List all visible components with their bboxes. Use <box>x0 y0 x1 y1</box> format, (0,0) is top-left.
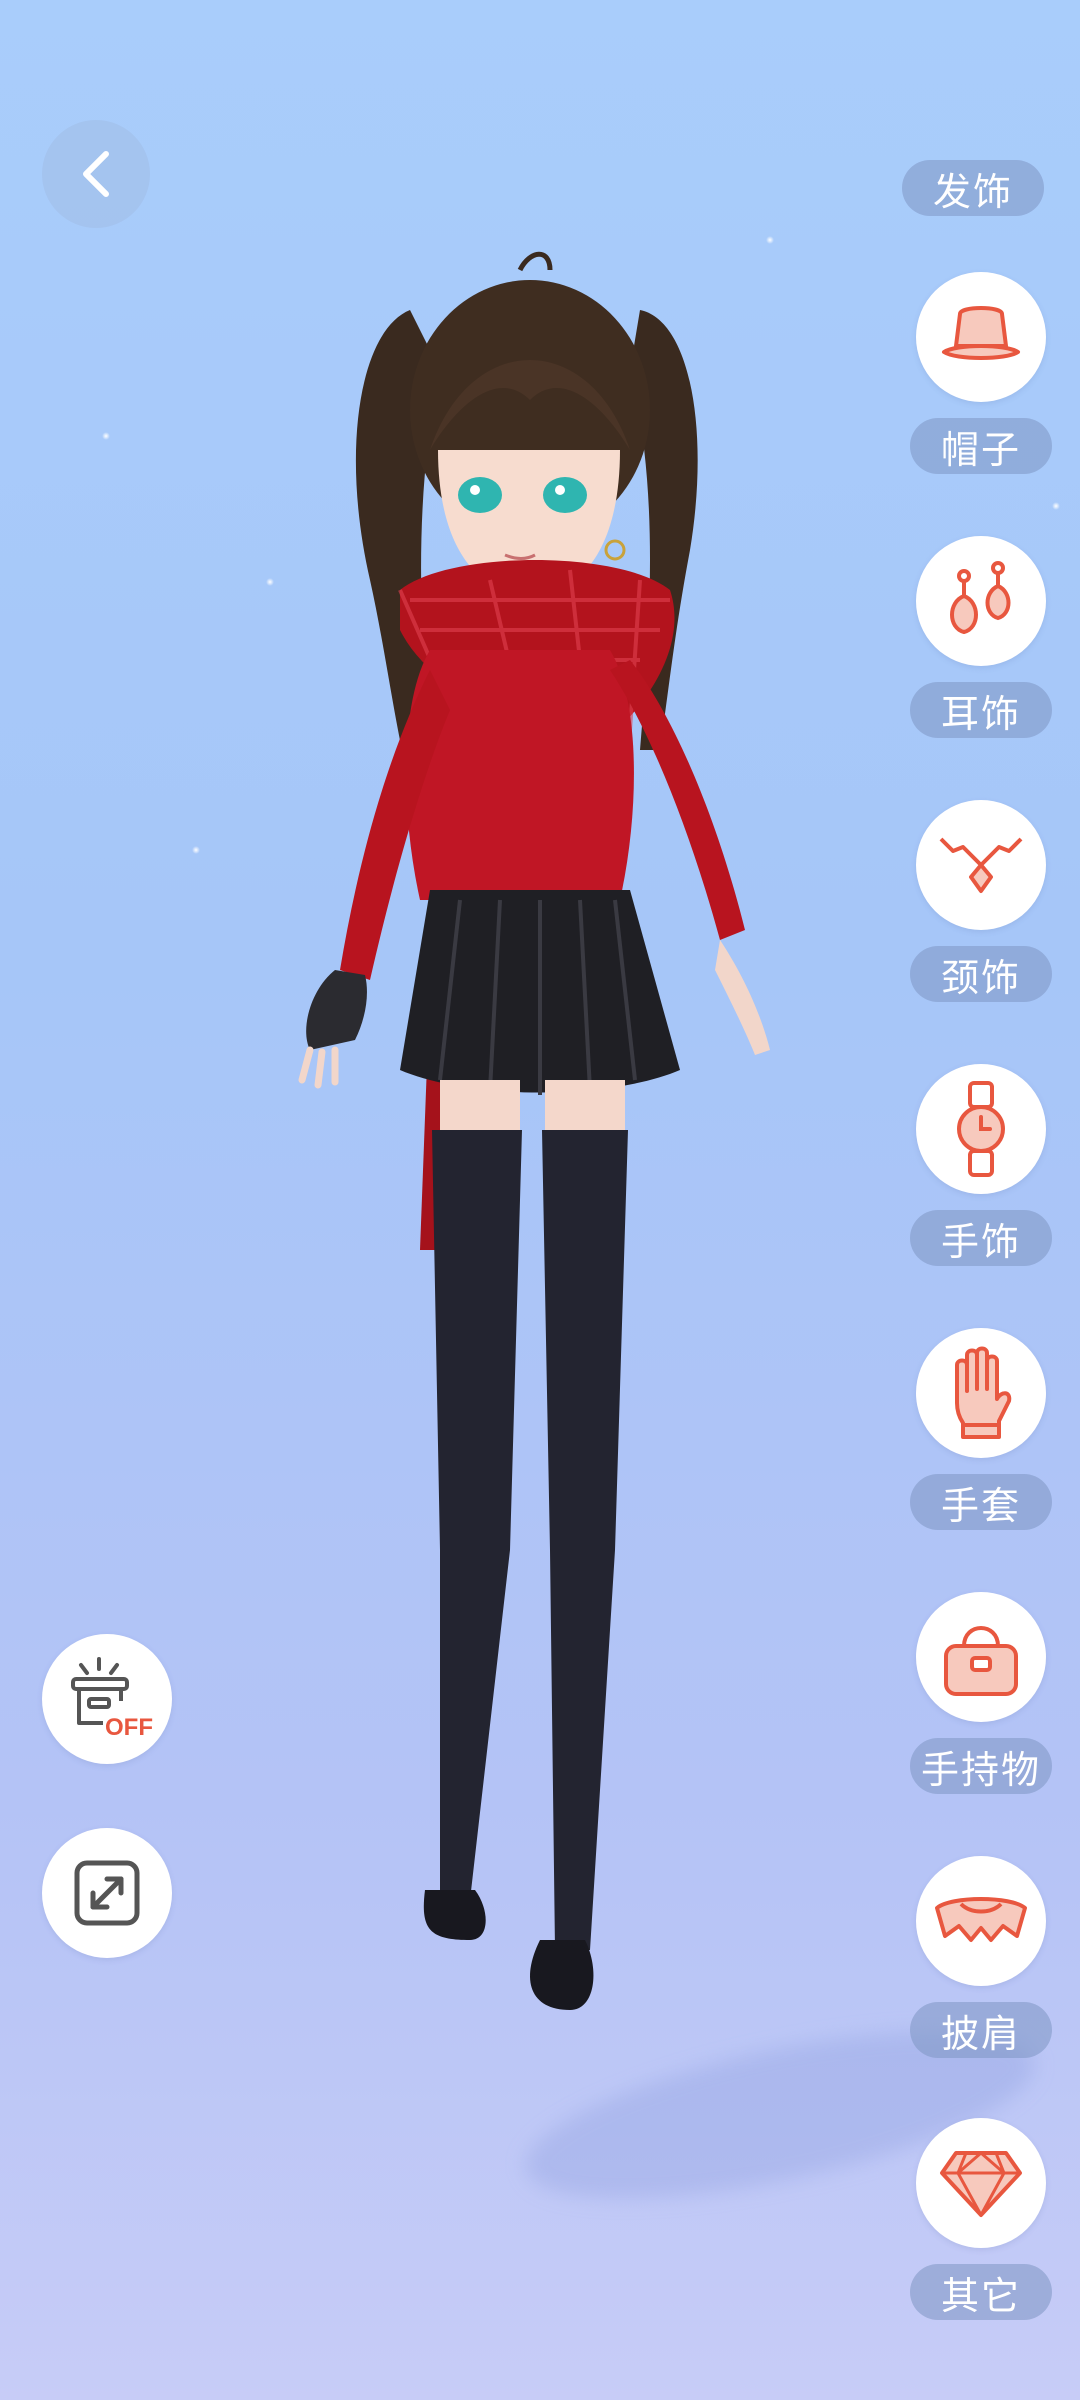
sparkle <box>1052 502 1060 510</box>
sparkle <box>102 432 110 440</box>
light-toggle-state: OFF <box>105 1714 153 1741</box>
category-label: 颈饰 <box>910 946 1052 1002</box>
expand-button[interactable] <box>42 1828 172 1958</box>
character-avatar[interactable] <box>170 250 930 2250</box>
earrings-button[interactable] <box>916 536 1046 666</box>
category-label: 手套 <box>910 1474 1052 1530</box>
category-label: 其它 <box>910 2264 1052 2320</box>
shawl-button[interactable] <box>916 1856 1046 1986</box>
hat-button[interactable] <box>916 272 1046 402</box>
diamond-icon <box>940 2151 1022 2217</box>
category-label: 披肩 <box>910 2002 1052 2058</box>
gloves-button[interactable] <box>916 1328 1046 1458</box>
necklace-button[interactable] <box>916 800 1046 930</box>
expand-icon <box>74 1860 140 1926</box>
watch-icon <box>957 1081 1005 1177</box>
necklace-icon <box>939 837 1023 893</box>
chevron-left-icon <box>83 151 109 197</box>
other-button[interactable] <box>916 2118 1046 2248</box>
category-label-hair-accessory[interactable]: 发饰 <box>902 160 1044 216</box>
light-box-icon: OFF <box>71 1657 153 1741</box>
back-button[interactable] <box>42 120 150 228</box>
category-label: 耳饰 <box>910 682 1052 738</box>
handheld-button[interactable] <box>916 1592 1046 1722</box>
wrist-button[interactable] <box>916 1064 1046 1194</box>
earrings-icon <box>950 561 1011 635</box>
shawl-icon <box>935 1897 1027 1942</box>
handbag-icon <box>944 1626 1018 1696</box>
category-label: 帽子 <box>910 418 1052 474</box>
sparkle <box>766 236 774 244</box>
hat-icon <box>942 306 1020 360</box>
category-label: 手持物 <box>910 1738 1052 1794</box>
category-label: 手饰 <box>910 1210 1052 1266</box>
glove-icon <box>955 1346 1012 1439</box>
light-toggle-button[interactable]: OFF <box>42 1634 172 1764</box>
